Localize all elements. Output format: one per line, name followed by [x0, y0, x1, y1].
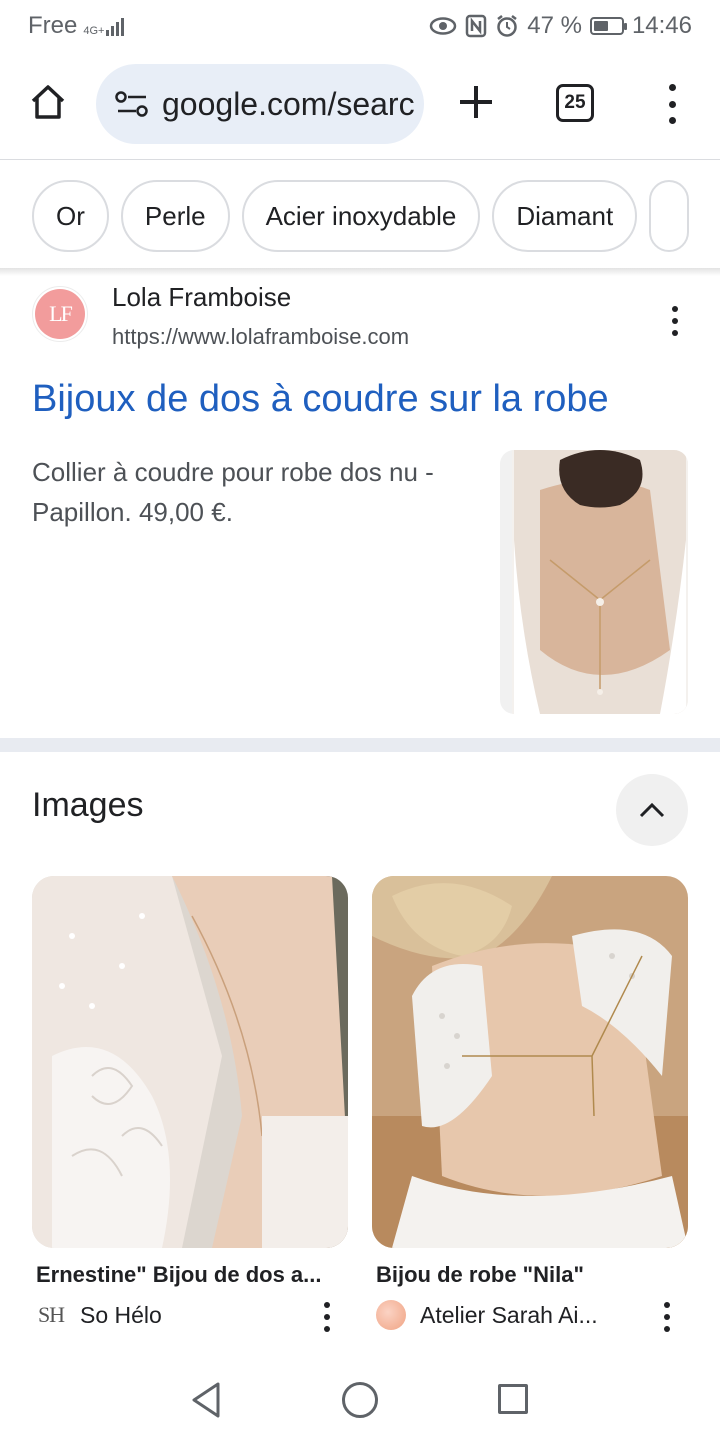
nfc-icon — [465, 14, 487, 38]
chip-partial[interactable] — [649, 180, 690, 252]
clock: 14:46 — [631, 12, 692, 39]
status-right: 47 % 14:46 — [429, 12, 692, 40]
toolbar-divider — [0, 159, 720, 160]
site-url[interactable]: https://www.lolaframboise.com — [112, 324, 409, 350]
source-logo-text: SH — [37, 1302, 65, 1327]
site-favicon: LF — [32, 286, 88, 342]
image-thumbnail[interactable] — [372, 876, 688, 1248]
carrier-name: Free — [28, 12, 78, 39]
tab-count: 25 — [564, 92, 586, 113]
image-caption[interactable]: Ernestine" Bijou de dos a... — [32, 1262, 348, 1288]
url-text[interactable]: google.com/searc — [162, 86, 415, 123]
image-more-icon[interactable] — [662, 1302, 672, 1332]
source-logo-icon — [376, 1300, 406, 1330]
source-name[interactable]: So Hélo — [80, 1302, 162, 1329]
status-left: Free 4G+ — [28, 12, 125, 40]
image-thumbnail[interactable] — [32, 876, 348, 1248]
image-card[interactable]: Ernestine" Bijou de dos a... SH So Hélo — [32, 876, 348, 1332]
section-separator — [0, 738, 720, 752]
chip-diamant[interactable]: Diamant — [492, 180, 638, 252]
collapse-button[interactable] — [616, 774, 688, 846]
address-bar[interactable]: google.com/searc — [96, 64, 424, 144]
recent-apps-icon[interactable] — [498, 1384, 528, 1414]
source-logo: SH — [36, 1300, 66, 1330]
result-snippet: Collier à coudre pour robe dos nu - Papi… — [32, 457, 434, 527]
image-source[interactable]: Atelier Sarah Ai... — [372, 1300, 688, 1330]
site-name[interactable]: Lola Framboise — [112, 282, 291, 313]
eye-icon — [429, 17, 457, 35]
chip-perle[interactable]: Perle — [120, 180, 230, 252]
result-title-link[interactable]: Bijoux de dos à coudre sur la robe — [32, 378, 609, 421]
image-photo — [32, 876, 348, 1248]
image-photo — [372, 876, 688, 1248]
image-caption[interactable]: Bijou de robe "Nila" — [372, 1262, 688, 1288]
chevron-up-icon — [639, 802, 665, 818]
back-icon[interactable] — [188, 1380, 224, 1420]
image-card[interactable]: Bijou de robe "Nila" Atelier Sarah Ai... — [372, 876, 688, 1332]
result-thumbnail[interactable] — [500, 450, 688, 714]
filter-chips: Or Perle Acier inoxydable Diamant — [32, 180, 690, 252]
browser-toolbar: google.com/searc 25 — [0, 58, 720, 150]
tab-switcher-button[interactable]: 25 — [556, 84, 594, 122]
source-name[interactable]: Atelier Sarah Ai... — [420, 1302, 598, 1329]
image-more-icon[interactable] — [322, 1302, 332, 1332]
home-nav-icon[interactable] — [342, 1382, 378, 1418]
status-bar: Free 4G+ 47 % 14:46 — [0, 0, 720, 50]
chips-shadow — [0, 268, 720, 276]
favicon-logo: LF — [35, 289, 85, 339]
site-settings-icon[interactable] — [114, 90, 150, 118]
result-more-icon[interactable] — [670, 306, 680, 336]
image-source[interactable]: SH So Hélo — [32, 1300, 348, 1330]
new-tab-icon[interactable] — [456, 82, 496, 122]
battery-icon — [589, 17, 627, 35]
network-type: 4G+ — [83, 25, 105, 37]
thumbnail-image — [512, 450, 688, 714]
home-icon[interactable] — [28, 82, 68, 122]
alarm-icon — [497, 15, 517, 37]
chip-or[interactable]: Or — [32, 180, 109, 252]
browser-menu-icon[interactable] — [662, 84, 682, 124]
chip-acier-inoxydable[interactable]: Acier inoxydable — [241, 180, 481, 252]
system-nav-bar — [0, 1364, 720, 1440]
source-logo — [376, 1300, 406, 1330]
signal-icon: 4G+ — [83, 16, 125, 37]
battery-percent: 47 % — [527, 12, 582, 39]
images-section-title: Images — [32, 786, 144, 824]
